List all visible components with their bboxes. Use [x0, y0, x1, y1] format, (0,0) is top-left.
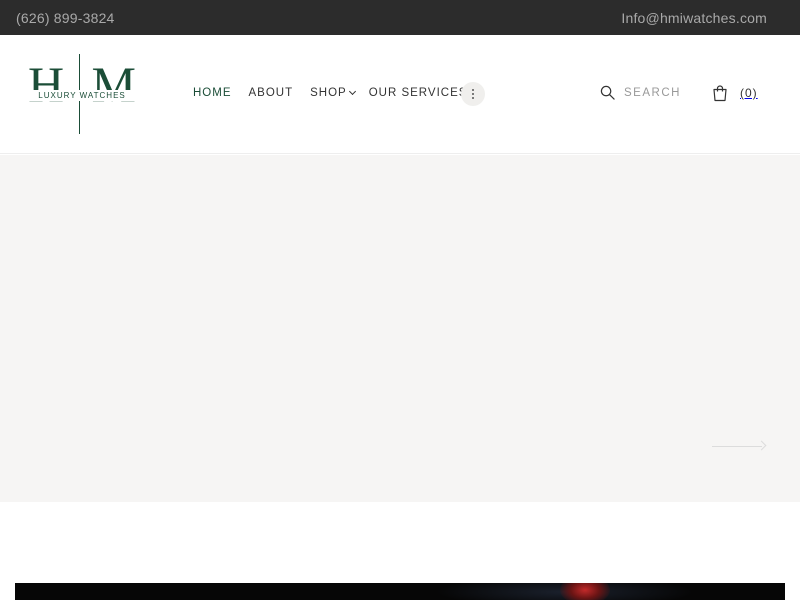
- nav-item-our-services: OUR SERVICES: [369, 87, 468, 99]
- vertical-dots-icon-dot: [472, 93, 474, 95]
- logo-letter-m: M: [91, 56, 136, 112]
- email-link[interactable]: Info@hmiwatches.com: [621, 10, 767, 26]
- main-navigation: HOME ABOUT SHOP OUR SERVICES: [193, 87, 484, 99]
- logo-letter-h: H: [28, 56, 65, 112]
- cart-count: (0): [740, 86, 758, 100]
- site-header: H M LUXURY WATCHES HOME ABOUT SHOP OUR S…: [0, 35, 800, 154]
- logo-monogram: H M: [28, 56, 136, 112]
- cart-button[interactable]: (0): [711, 84, 758, 102]
- header-search: [600, 85, 694, 100]
- arrow-right-icon-tip: [756, 440, 767, 451]
- nav-link-shop-label: SHOP: [310, 87, 347, 99]
- chevron-down-icon: [348, 87, 356, 96]
- more-menu-button[interactable]: [461, 82, 485, 106]
- slider-next-arrow[interactable]: [712, 439, 767, 453]
- nav-link-our-services[interactable]: OUR SERVICES: [369, 87, 468, 99]
- vertical-dots-icon: [472, 89, 474, 92]
- video-frame-red-light: [560, 583, 610, 600]
- top-contact-bar: (626) 899-3824 Info@hmiwatches.com: [0, 0, 800, 35]
- phone-link[interactable]: (626) 899-3824: [16, 10, 115, 26]
- site-logo[interactable]: H M LUXURY WATCHES: [28, 54, 138, 134]
- search-input[interactable]: [624, 86, 694, 99]
- nav-item-about: ABOUT: [249, 87, 294, 99]
- nav-link-shop[interactable]: SHOP: [310, 87, 356, 99]
- video-banner[interactable]: [15, 583, 785, 600]
- nav-item-shop: SHOP: [310, 87, 356, 99]
- logo-tagline: LUXURY WATCHES: [28, 90, 136, 101]
- vertical-dots-icon-dot: [472, 96, 474, 99]
- nav-item-home: HOME: [193, 87, 232, 99]
- hero-slider: [0, 155, 800, 502]
- shopping-bag-icon: [713, 85, 727, 102]
- search-icon[interactable]: [600, 85, 615, 100]
- arrow-right-icon: [712, 446, 762, 447]
- nav-link-about[interactable]: ABOUT: [249, 87, 294, 99]
- nav-link-home[interactable]: HOME: [193, 87, 232, 99]
